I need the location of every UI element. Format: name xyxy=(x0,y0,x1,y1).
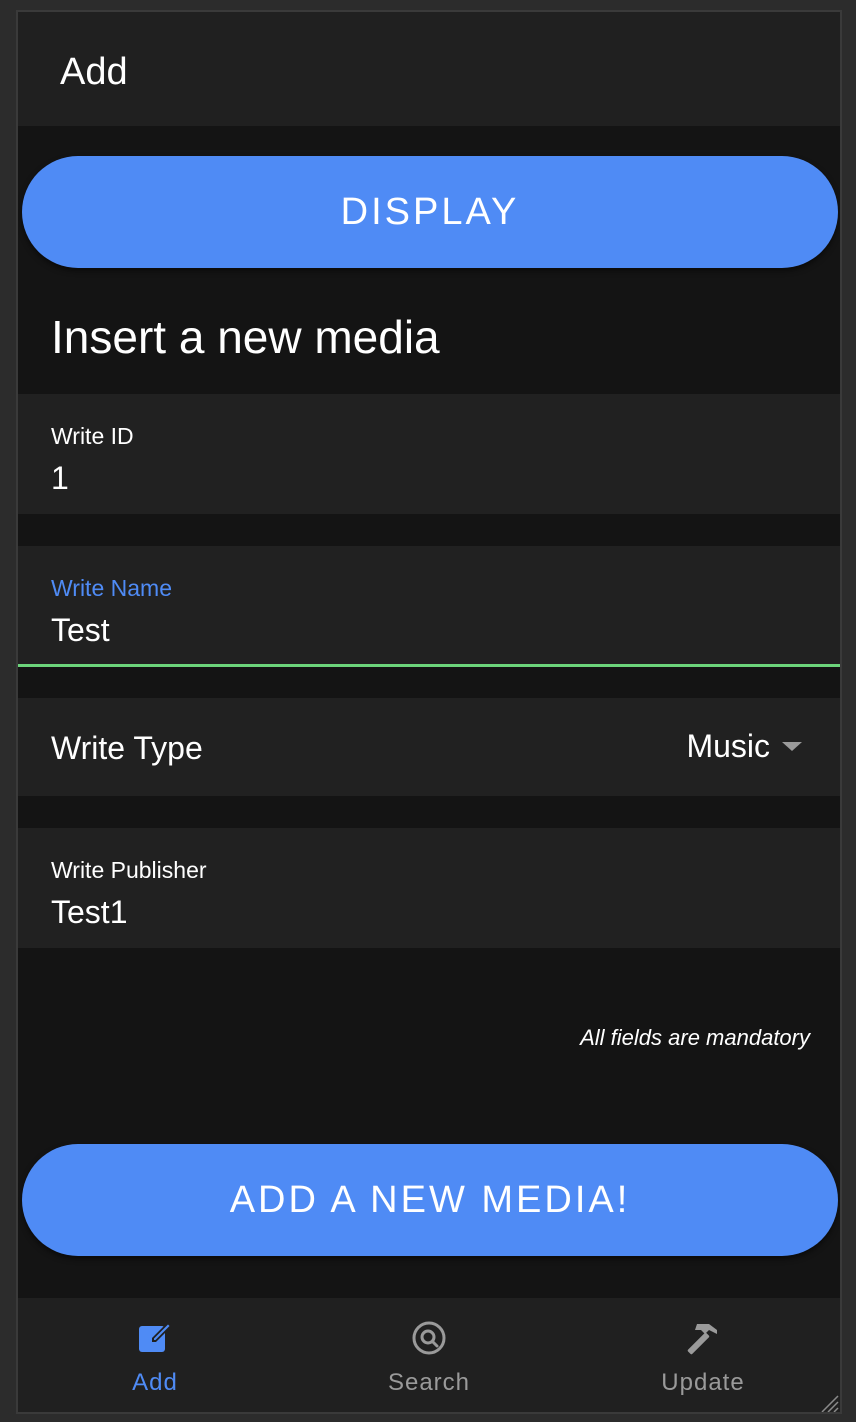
publisher-field[interactable]: Write Publisher Test1 xyxy=(18,828,840,948)
type-dropdown[interactable]: Music xyxy=(686,726,802,766)
type-dropdown-value: Music xyxy=(686,728,770,764)
hammer-icon xyxy=(687,1324,717,1355)
edit-icon xyxy=(139,1322,172,1352)
bottom-navigation: Add Search Update xyxy=(18,1298,840,1414)
add-media-button[interactable]: ADD A NEW MEDIA! xyxy=(22,1144,838,1256)
name-field-value[interactable]: Test xyxy=(51,610,110,650)
nav-label-add: Add xyxy=(132,1369,178,1396)
app-bar: Add xyxy=(18,12,840,126)
app-window: Add DISPLAY Insert a new media Write ID … xyxy=(16,10,842,1414)
mandatory-note: All fields are mandatory xyxy=(580,1025,810,1050)
nav-item-search[interactable]: Search xyxy=(292,1298,566,1412)
form-heading: Insert a new media xyxy=(51,311,440,363)
id-field-label: Write ID xyxy=(51,423,134,449)
page-title: Add xyxy=(60,51,128,93)
nav-item-update[interactable]: Update xyxy=(566,1298,840,1412)
display-button[interactable]: DISPLAY xyxy=(22,156,838,268)
name-field-label: Write Name xyxy=(51,575,172,601)
caret-down-icon xyxy=(782,741,802,751)
publisher-field-value[interactable]: Test1 xyxy=(51,892,127,932)
nav-label-search: Search xyxy=(387,1369,471,1396)
publisher-field-label: Write Publisher xyxy=(51,857,207,883)
nav-item-add[interactable]: Add xyxy=(18,1298,292,1412)
nav-label-update: Update xyxy=(661,1369,745,1396)
name-field[interactable]: Write Name Test xyxy=(18,546,840,667)
type-field-label: Write Type xyxy=(51,730,203,766)
id-field-value[interactable]: 1 xyxy=(51,458,69,498)
resize-grip-icon[interactable] xyxy=(816,1390,840,1414)
id-field[interactable]: Write ID 1 xyxy=(18,394,840,514)
type-field[interactable]: Write Type Music xyxy=(18,698,840,796)
search-icon xyxy=(412,1321,446,1355)
